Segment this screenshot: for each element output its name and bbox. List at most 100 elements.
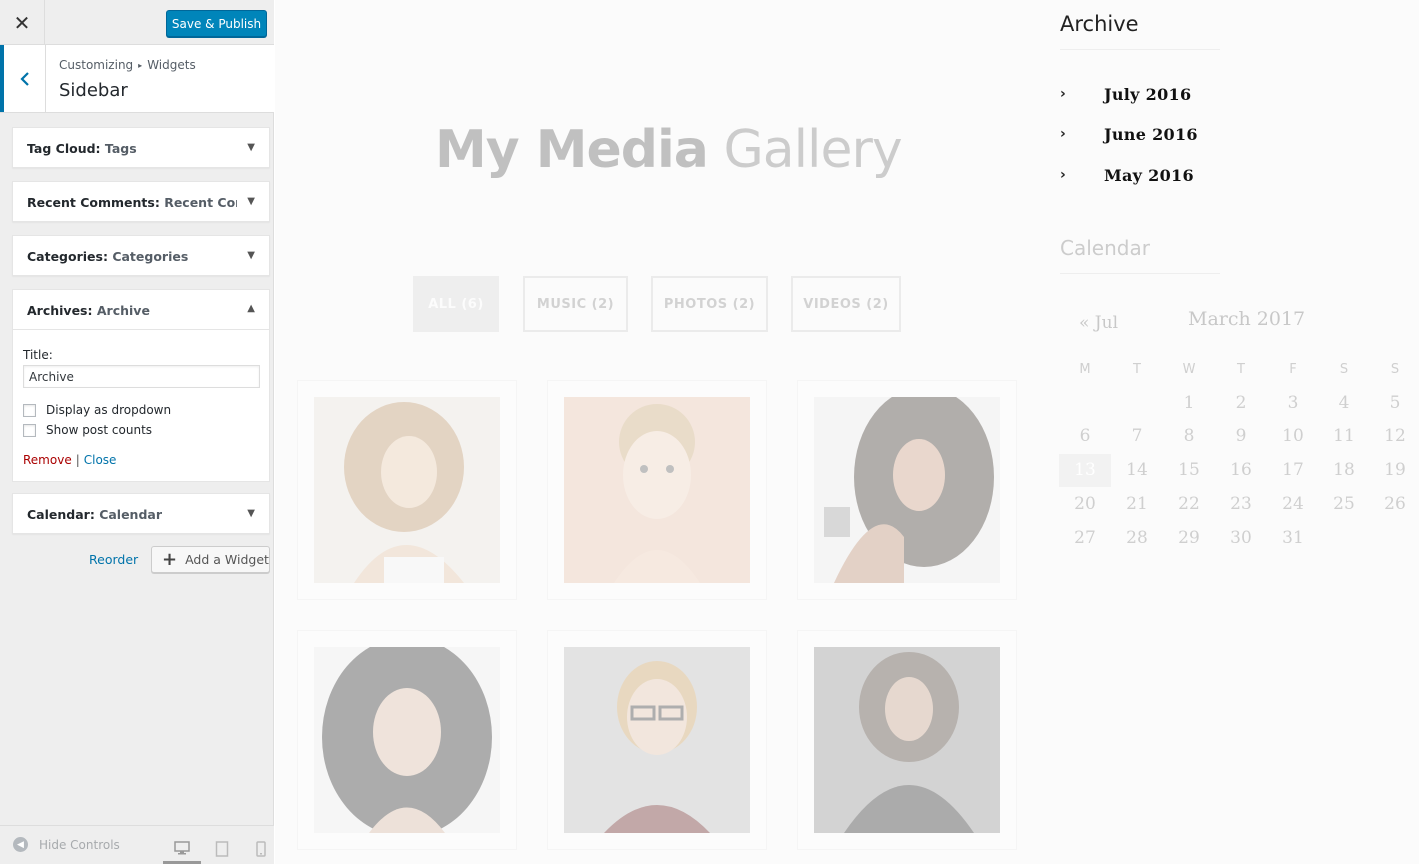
widget-instance: Tags (104, 141, 137, 156)
panel-title: Sidebar (59, 80, 128, 101)
calendar-prev-link[interactable]: « Jul (1079, 313, 1118, 333)
gallery-item[interactable] (297, 380, 517, 600)
preview-tablet-button[interactable] (203, 834, 241, 864)
display-dropdown-checkbox[interactable] (23, 403, 36, 417)
title-field[interactable] (23, 365, 260, 388)
gallery-photo (564, 397, 750, 583)
reorder-link[interactable]: Reorder (89, 552, 138, 567)
plus-icon: + (162, 548, 178, 570)
breadcrumb-root: Customizing (59, 58, 134, 72)
gallery-item[interactable] (547, 380, 767, 600)
faded-site-content: My Media Gallery ALL (6) MUSIC (2) PHOTO… (275, 0, 1035, 864)
chevron-right-icon: › (1060, 126, 1066, 142)
calendar-weekday-header: W (1182, 362, 1196, 377)
widget-calendar[interactable]: Calendar: Calendar ▼ (12, 493, 270, 534)
gallery-item[interactable] (797, 380, 1017, 600)
title-field-label: Title: (23, 348, 53, 362)
chevron-right-icon: › (1060, 86, 1066, 102)
preview-desktop-button[interactable] (163, 834, 201, 864)
calendar-day: 6 (1079, 426, 1091, 447)
calendar-month: March 2017 (1188, 308, 1306, 330)
back-button[interactable] (0, 45, 46, 112)
archive-link-july-2016[interactable]: › July 2016 (1060, 82, 1191, 106)
calendar-day: 31 (1282, 527, 1304, 548)
calendar-weekday-header: S (1339, 362, 1349, 377)
calendar-day: 20 (1074, 493, 1096, 514)
collapse-sidebar-icon: ◀ (13, 837, 28, 852)
close-icon[interactable]: ✕ (0, 0, 45, 45)
widget-instance: Recent Com... (164, 195, 237, 210)
calendar-day: 18 (1333, 460, 1355, 481)
widget-instance: Categories (112, 249, 189, 264)
widget-categories[interactable]: Categories: Categories ▼ (12, 235, 270, 276)
widget-label: Tag Cloud: Tags (27, 141, 137, 156)
close-widget-link[interactable]: Close (84, 453, 117, 467)
widget-type: Tag Cloud (27, 141, 96, 156)
calendar-day: 30 (1230, 527, 1252, 548)
calendar-day: 12 (1384, 426, 1406, 447)
filter-music[interactable]: MUSIC (2) (523, 276, 628, 332)
add-widget-button[interactable]: + Add a Widget (151, 546, 270, 573)
calendar-title-divider (1060, 273, 1220, 274)
expand-arrow-icon[interactable]: ▼ (247, 250, 255, 261)
chevron-left-icon (19, 71, 29, 86)
expand-arrow-icon[interactable]: ▼ (247, 508, 255, 519)
calendar-day: 29 (1178, 527, 1200, 548)
app-root: ✕ Save & Publish Customizing ▸ Widgets Sid… (0, 0, 1419, 864)
gallery-photo (314, 397, 500, 583)
widget-type: Categories (27, 249, 103, 264)
filter-videos[interactable]: VIDEOS (2) (791, 276, 901, 332)
expand-arrow-icon[interactable]: ▼ (247, 196, 255, 207)
calendar-day: 15 (1178, 460, 1200, 481)
archive-link-may-2016[interactable]: › May 2016 (1060, 163, 1194, 187)
hide-controls-button[interactable]: ◀ Hide Controls (13, 837, 120, 852)
calendar-day: 24 (1282, 493, 1304, 514)
widget-type: Recent Comments (27, 195, 155, 210)
archive-link-label: July 2016 (1104, 84, 1192, 104)
display-dropdown-option: Display as dropdown (23, 402, 171, 418)
widget-recent-comments[interactable]: Recent Comments: Recent Com... ▼ (12, 181, 270, 222)
calendar-day: 28 (1126, 527, 1148, 548)
save-publish-button[interactable]: Save & Publish (166, 10, 267, 37)
calendar-day: 10 (1282, 426, 1304, 447)
calendar-day: 7 (1131, 426, 1143, 447)
site-title-light: Gallery (723, 120, 902, 180)
calendar-day: 8 (1183, 426, 1195, 447)
desktop-icon (174, 840, 190, 854)
gallery-photo (814, 647, 1000, 833)
calendar-day: 5 (1389, 392, 1401, 413)
show-post-counts-checkbox[interactable] (23, 423, 36, 437)
filter-all[interactable]: ALL (6) (413, 276, 499, 332)
breadcrumb: Customizing ▸ Widgets (59, 58, 196, 72)
calendar-day: 17 (1282, 460, 1304, 481)
calendar-day: 14 (1126, 460, 1148, 481)
collapse-arrow-icon[interactable]: ▲ (247, 303, 255, 314)
widget-archives-expanded: Archives: Archive ▲ Title: Display as dr… (12, 289, 270, 482)
archive-link-label: May 2016 (1104, 165, 1194, 185)
hide-controls-label: Hide Controls (39, 837, 120, 852)
calendar-day: 21 (1126, 493, 1148, 514)
breadcrumb-section: Widgets (147, 58, 196, 72)
calendar-day: 11 (1333, 426, 1355, 447)
site-title: My Media Gallery (435, 120, 903, 180)
widget-instance: Archive (96, 303, 150, 318)
calendar-day: 1 (1183, 392, 1195, 413)
widget-tag-cloud[interactable]: Tag Cloud: Tags ▼ (12, 127, 270, 168)
filter-photos[interactable]: PHOTOS (2) (651, 276, 768, 332)
remove-widget-link[interactable]: Remove (23, 453, 72, 467)
archive-link-june-2016[interactable]: › June 2016 (1060, 122, 1198, 146)
calendar-day: 22 (1178, 493, 1200, 514)
gallery-item[interactable] (797, 630, 1017, 850)
show-post-counts-label: Show post counts (46, 423, 153, 437)
gallery-item[interactable] (547, 630, 767, 850)
widget-instance: Calendar (99, 507, 163, 522)
calendar-day-today: 13 (1059, 453, 1111, 487)
widget-type: Calendar (27, 507, 90, 522)
widget-archives-header[interactable]: Archives: Archive ▲ (13, 290, 269, 330)
calendar-weekday-header: T (1133, 362, 1141, 377)
gallery-item[interactable] (297, 630, 517, 850)
expand-arrow-icon[interactable]: ▼ (247, 142, 255, 153)
calendar-day: 16 (1230, 460, 1252, 481)
archive-widget-title: Archive (1060, 12, 1139, 36)
calendar-weekday-header: M (1079, 362, 1091, 377)
